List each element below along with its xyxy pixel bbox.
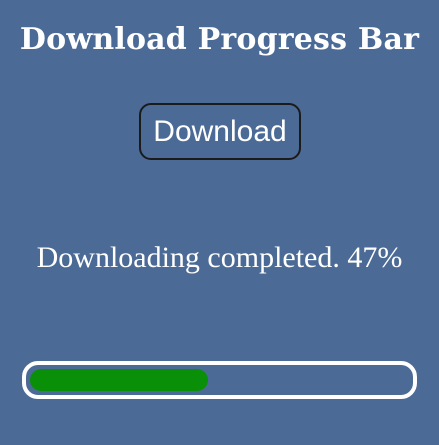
progress-bar-fill xyxy=(30,369,208,391)
download-status-text: Downloading completed. 47% xyxy=(36,241,403,274)
progress-bar xyxy=(22,361,417,399)
page-title: Download Progress Bar xyxy=(19,22,420,57)
download-button[interactable]: Download xyxy=(139,103,301,160)
